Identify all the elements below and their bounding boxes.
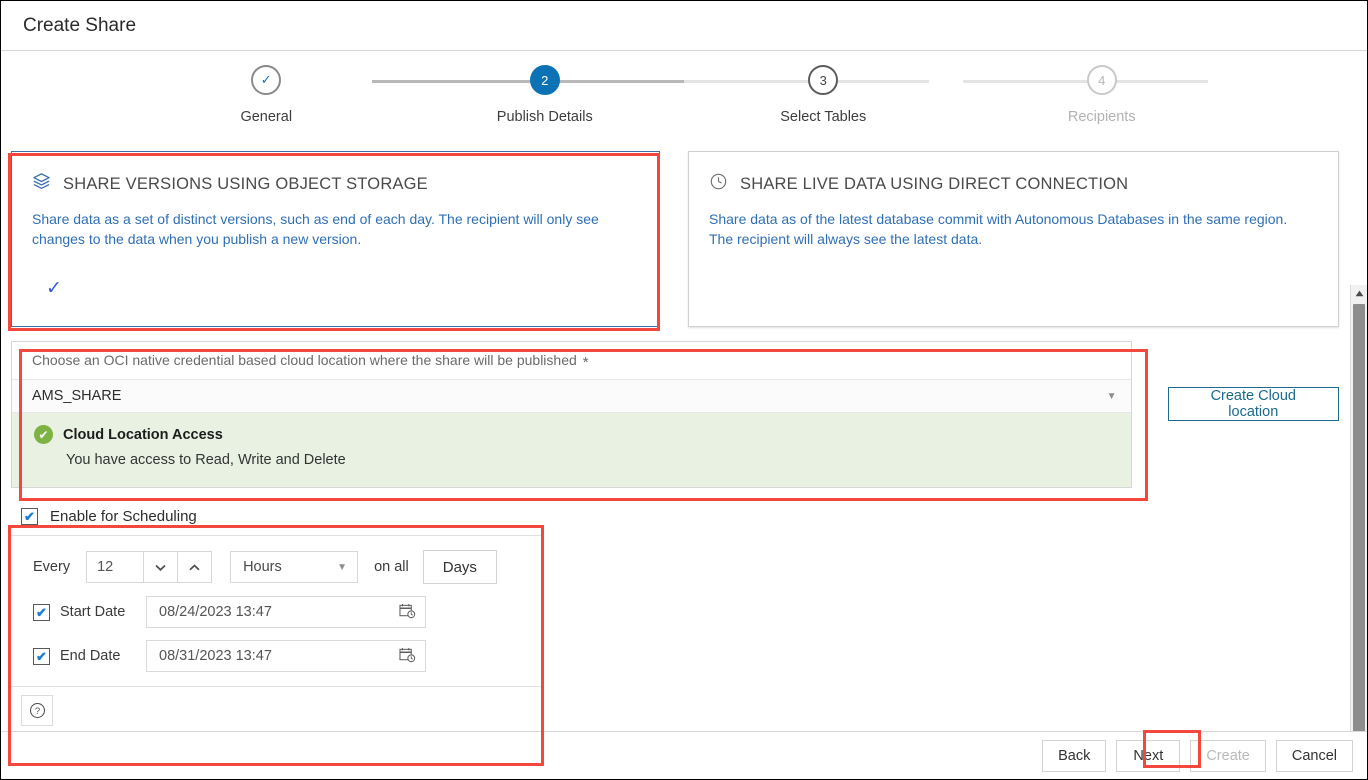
- days-button[interactable]: Days: [423, 550, 497, 584]
- option-card-header: SHARE LIVE DATA USING DIRECT CONNECTION: [709, 172, 1316, 196]
- share-type-options: SHARE VERSIONS USING OBJECT STORAGE Shar…: [1, 143, 1367, 327]
- cloud-location-section: Choose an OCI native credential based cl…: [1, 327, 1367, 488]
- create-cloud-location-button[interactable]: Create Cloud location: [1168, 387, 1339, 421]
- enable-scheduling-checkbox[interactable]: ✔: [21, 508, 38, 525]
- end-date-label: End Date: [60, 648, 146, 664]
- option-card-title: SHARE LIVE DATA USING DIRECT CONNECTION: [740, 175, 1128, 194]
- stepper-step-recipients[interactable]: 4 Recipients: [963, 65, 1242, 125]
- dialog-titlebar: Create Share: [1, 1, 1367, 51]
- step-circle-4: 4: [1087, 65, 1117, 95]
- next-button[interactable]: Next: [1116, 740, 1180, 772]
- chevron-down-icon: ▼: [337, 562, 347, 573]
- scheduling-footer: ?: [11, 686, 541, 733]
- step-label-4: Recipients: [1068, 109, 1136, 125]
- stepper-connector-2: [684, 80, 929, 83]
- step-check-icon: ✓: [261, 72, 272, 88]
- interval-row: Every 12 Hours ▼ on all Days: [33, 550, 541, 584]
- enable-scheduling-row[interactable]: ✔ Enable for Scheduling: [11, 500, 541, 535]
- create-button: Create: [1190, 740, 1266, 772]
- cloud-location-selected-value: AMS_SHARE: [32, 388, 121, 404]
- svg-text:?: ?: [34, 706, 39, 717]
- cloud-location-label-text: Choose an OCI native credential based cl…: [32, 352, 577, 368]
- step-circle-1: ✓: [251, 65, 281, 95]
- cloud-location-label: Choose an OCI native credential based cl…: [12, 342, 1131, 379]
- help-button[interactable]: ?: [21, 695, 53, 726]
- start-date-value: 08/24/2023 13:47: [159, 604, 272, 620]
- step-label-2: Publish Details: [497, 109, 593, 125]
- start-date-row: ✔ Start Date 08/24/2023 13:47: [33, 596, 541, 628]
- step-circle-2: 2: [530, 65, 560, 95]
- step-label-3: Select Tables: [780, 109, 866, 125]
- interval-input[interactable]: 12: [86, 551, 144, 583]
- scheduling-panel: ✔ Enable for Scheduling Every 12 Hours ▼: [11, 500, 541, 733]
- clock-icon: [709, 172, 728, 196]
- stepper-connector-3: [963, 80, 1208, 83]
- calendar-clock-icon[interactable]: [399, 603, 416, 621]
- interval-unit-value: Hours: [243, 559, 282, 575]
- stepper-step-general[interactable]: ✓ General: [127, 65, 406, 125]
- interval-unit-select[interactable]: Hours ▼: [230, 551, 358, 583]
- create-share-dialog: Create Share ✓ General 2 Publish Details…: [0, 0, 1368, 780]
- option-selected-check-icon: ✓: [46, 279, 62, 298]
- checkmark-icon: ✔: [24, 510, 35, 523]
- page-title: Create Share: [23, 15, 136, 37]
- option-card-title: SHARE VERSIONS USING OBJECT STORAGE: [63, 175, 428, 194]
- scrollbar-thumb[interactable]: [1353, 304, 1365, 780]
- cloud-location-access-notice: ✔ Cloud Location Access You have access …: [12, 413, 1131, 487]
- cancel-button[interactable]: Cancel: [1276, 740, 1353, 772]
- calendar-clock-icon[interactable]: [399, 647, 416, 665]
- stepper-step-publish-details[interactable]: 2 Publish Details: [406, 65, 685, 125]
- enable-scheduling-label: Enable for Scheduling: [50, 508, 197, 525]
- scroll-up-arrow-icon[interactable]: [1351, 285, 1367, 302]
- notice-header: ✔ Cloud Location Access: [34, 425, 1131, 444]
- dialog-footer: Back Next Create Cancel: [1, 731, 1367, 779]
- option-card-object-storage[interactable]: SHARE VERSIONS USING OBJECT STORAGE Shar…: [11, 151, 660, 327]
- end-date-value: 08/31/2023 13:47: [159, 648, 272, 664]
- chevron-down-icon[interactable]: ▼: [1107, 391, 1117, 402]
- vertical-scrollbar[interactable]: [1350, 285, 1367, 780]
- option-card-direct-connection[interactable]: SHARE LIVE DATA USING DIRECT CONNECTION …: [688, 151, 1339, 327]
- stepper-step-select-tables[interactable]: 3 Select Tables: [684, 65, 963, 125]
- wizard-stepper: ✓ General 2 Publish Details 3 Select Tab…: [1, 51, 1367, 143]
- cloud-location-panel: Choose an OCI native credential based cl…: [11, 341, 1132, 488]
- option-card-description: Share data as of the latest database com…: [709, 209, 1309, 250]
- start-date-label: Start Date: [60, 604, 146, 620]
- interval-increment-icon[interactable]: [178, 551, 212, 583]
- stepper-track: ✓ General 2 Publish Details 3 Select Tab…: [127, 65, 1241, 125]
- start-date-input[interactable]: 08/24/2023 13:47: [146, 596, 426, 628]
- on-all-label: on all: [374, 559, 409, 575]
- option-card-header: SHARE VERSIONS USING OBJECT STORAGE: [32, 172, 637, 196]
- scheduling-fields: Every 12 Hours ▼ on all Days: [11, 535, 541, 686]
- end-date-row: ✔ End Date 08/31/2023 13:47: [33, 640, 541, 672]
- start-date-checkbox[interactable]: ✔: [33, 604, 50, 621]
- checkmark-icon: ✔: [36, 650, 47, 663]
- dialog-content: SHARE VERSIONS USING OBJECT STORAGE Shar…: [1, 143, 1367, 733]
- notice-title: Cloud Location Access: [63, 427, 223, 443]
- success-check-icon: ✔: [34, 425, 53, 444]
- checkmark-icon: ✔: [36, 606, 47, 619]
- layers-icon: [32, 172, 51, 196]
- cloud-location-select[interactable]: AMS_SHARE ▼: [12, 379, 1131, 413]
- every-label: Every: [33, 559, 70, 575]
- stepper-connector-1: [372, 80, 684, 83]
- end-date-input[interactable]: 08/31/2023 13:47: [146, 640, 426, 672]
- back-button[interactable]: Back: [1042, 740, 1106, 772]
- step-label-1: General: [240, 109, 292, 125]
- step-circle-3: 3: [808, 65, 838, 95]
- required-marker: *: [583, 354, 589, 371]
- interval-decrement-icon[interactable]: [144, 551, 178, 583]
- end-date-checkbox[interactable]: ✔: [33, 648, 50, 665]
- option-card-description: Share data as a set of distinct versions…: [32, 209, 632, 250]
- notice-body: You have access to Read, Write and Delet…: [66, 452, 1131, 468]
